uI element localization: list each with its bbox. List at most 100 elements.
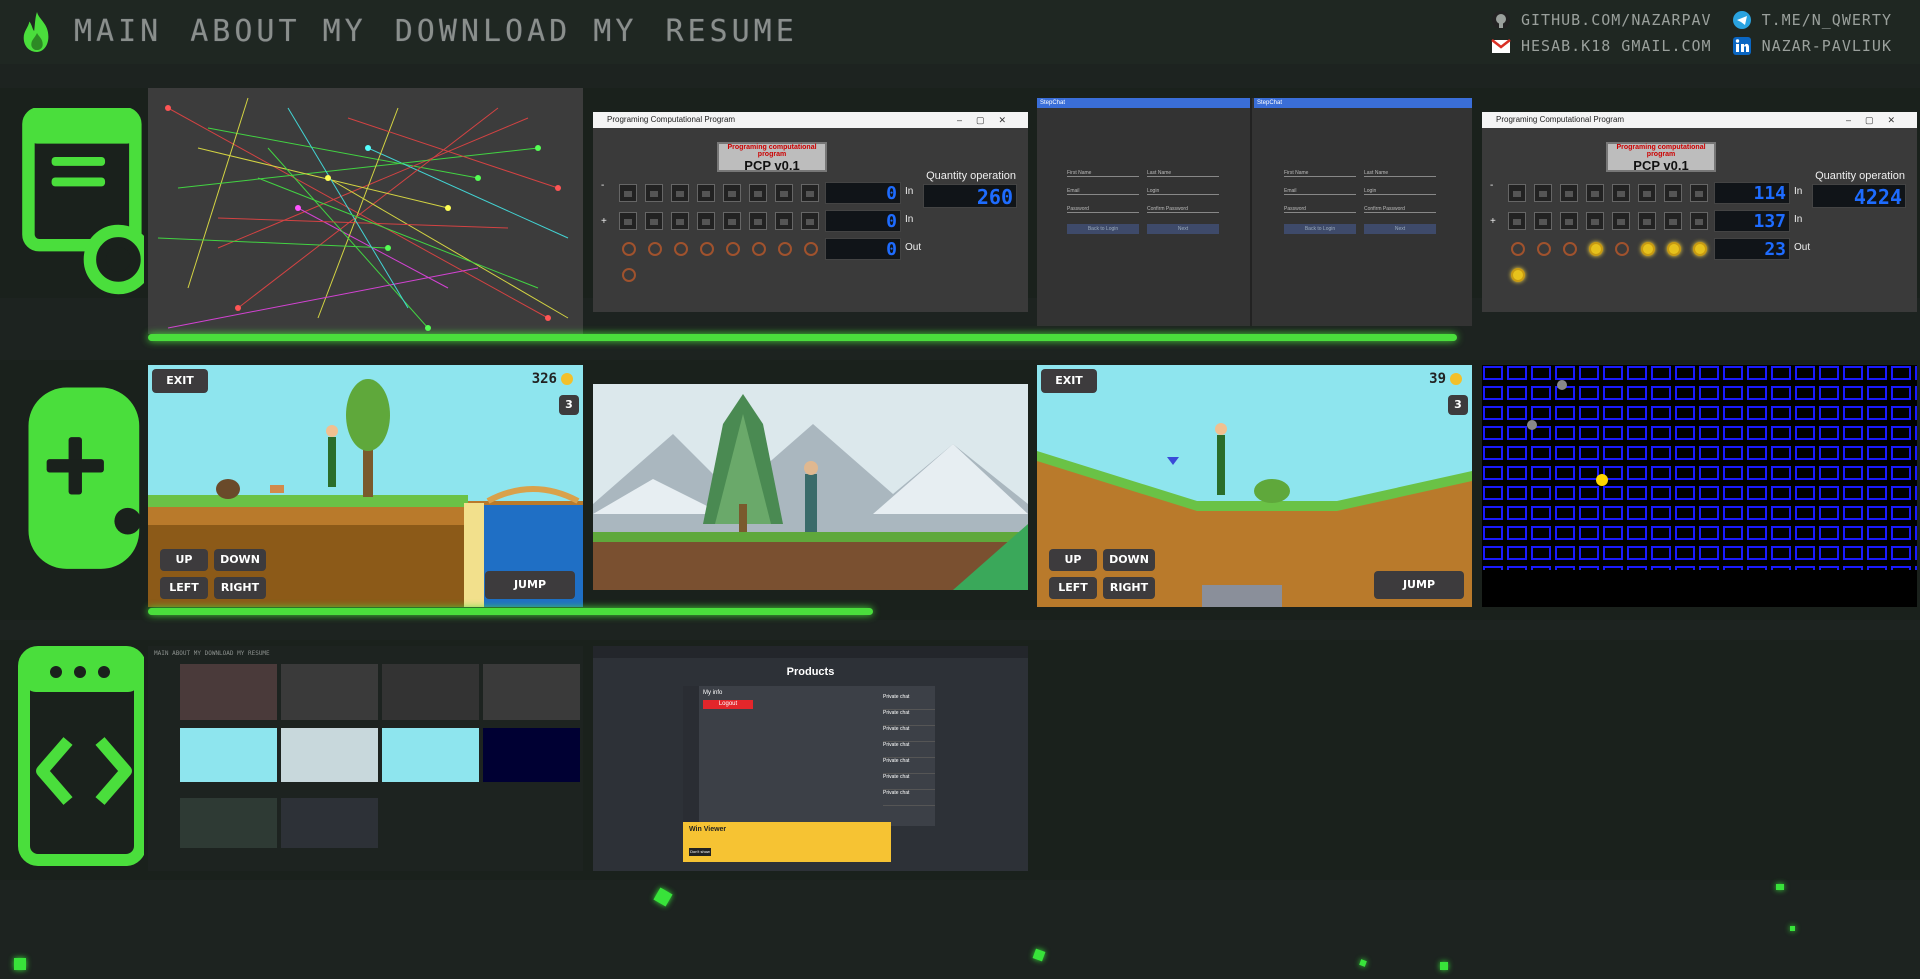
portfolio-site-screenshot[interactable]: MAIN ABOUT MY DOWNLOAD MY RESUME xyxy=(148,646,583,871)
switch[interactable] xyxy=(723,184,741,202)
switch[interactable] xyxy=(671,184,689,202)
private-chat-item[interactable]: Private chat xyxy=(883,742,935,758)
contact-email[interactable]: HESAB.K18 GMAIL.COM xyxy=(1491,36,1712,56)
github-link[interactable]: GITHUB.COM/NAZARPAV xyxy=(1521,11,1712,29)
password-field[interactable]: Password xyxy=(1067,206,1139,213)
window-controls[interactable]: –▢✕ xyxy=(957,112,1020,128)
switch[interactable] xyxy=(1586,212,1604,230)
switch[interactable] xyxy=(1612,184,1630,202)
switch[interactable] xyxy=(1638,212,1656,230)
products-site-screenshot[interactable]: Products My info Logout Private chat Pri… xyxy=(593,646,1028,871)
private-chat-item[interactable]: Private chat xyxy=(883,758,935,774)
private-chat-item[interactable]: Private chat xyxy=(883,694,935,710)
network-graph-screenshot[interactable] xyxy=(148,88,583,334)
contacts: GITHUB.COM/NAZARPAV T.ME/N_QWERTY HESAB.… xyxy=(1491,10,1892,56)
computational-program-screenshot-2[interactable]: Programing Computational Program –▢✕ Prog… xyxy=(1482,112,1917,312)
switch[interactable] xyxy=(1638,184,1656,202)
down-button[interactable]: DOWN xyxy=(1103,549,1155,571)
github-icon xyxy=(1492,11,1510,29)
switch[interactable] xyxy=(1586,184,1604,202)
nav-download[interactable]: DOWNLOAD MY xyxy=(395,14,638,49)
score-counter: 39 xyxy=(1429,371,1462,387)
switch[interactable] xyxy=(1508,212,1526,230)
platformer-game-screenshot-1[interactable]: EXIT 326 3 UP DOWN LEFT RIGHT JUMP xyxy=(148,365,583,607)
in1-label: In xyxy=(1794,186,1803,197)
switch[interactable] xyxy=(697,212,715,230)
last-name-field[interactable]: Last Name xyxy=(1147,170,1219,177)
first-name-field[interactable]: First Name xyxy=(1284,170,1356,177)
win-viewer-button[interactable]: Don't show xyxy=(689,848,711,856)
program-banner-subtitle: Programing computational program xyxy=(1616,144,1706,158)
jump-button[interactable]: JUMP xyxy=(485,571,575,599)
linkedin-link[interactable]: NAZAR-PAVLIUK xyxy=(1762,37,1892,55)
nav-main[interactable]: MAIN xyxy=(74,14,162,49)
switch[interactable] xyxy=(1534,212,1552,230)
computational-program-screenshot-1[interactable]: Programing Computational Program –▢✕ Prog… xyxy=(593,112,1028,312)
down-button[interactable]: DOWN xyxy=(214,549,266,571)
switch[interactable] xyxy=(697,184,715,202)
switch[interactable] xyxy=(1690,184,1708,202)
last-name-field[interactable]: Last Name xyxy=(1364,170,1436,177)
forest-game-screenshot[interactable] xyxy=(593,384,1028,590)
confirm-password-field[interactable]: Confirm Password xyxy=(1147,206,1219,213)
switch[interactable] xyxy=(1508,184,1526,202)
right-button[interactable]: RIGHT xyxy=(214,577,266,599)
jump-button[interactable]: JUMP xyxy=(1374,571,1464,599)
password-field[interactable]: Password xyxy=(1284,206,1356,213)
switch[interactable] xyxy=(1560,184,1578,202)
switch[interactable] xyxy=(1690,212,1708,230)
back-to-login-button[interactable]: Back to Login xyxy=(1067,224,1139,234)
switch[interactable] xyxy=(619,184,637,202)
left-button[interactable]: LEFT xyxy=(1049,577,1097,599)
nav-about[interactable]: ABOUT MY xyxy=(190,14,367,49)
switch[interactable] xyxy=(645,184,663,202)
menu-my-info[interactable]: My info xyxy=(703,690,722,696)
menu-logout[interactable]: Logout xyxy=(703,700,753,709)
login-field[interactable]: Login xyxy=(1364,188,1436,195)
private-chat-item[interactable]: Private chat xyxy=(883,710,935,726)
switch[interactable] xyxy=(1534,184,1552,202)
switch[interactable] xyxy=(801,212,819,230)
right-button[interactable]: RIGHT xyxy=(1103,577,1155,599)
private-chat-item[interactable]: Private chat xyxy=(883,774,935,790)
nav-resume[interactable]: RESUME xyxy=(665,14,797,49)
next-button[interactable]: Next xyxy=(1147,224,1219,234)
back-to-login-button[interactable]: Back to Login xyxy=(1284,224,1356,234)
first-name-field[interactable]: First Name xyxy=(1067,170,1139,177)
switch[interactable] xyxy=(775,212,793,230)
up-button[interactable]: UP xyxy=(1049,549,1097,571)
flame-icon[interactable] xyxy=(18,10,56,54)
next-button[interactable]: Next xyxy=(1364,224,1436,234)
switch[interactable] xyxy=(645,212,663,230)
switch[interactable] xyxy=(749,212,767,230)
switch[interactable] xyxy=(775,184,793,202)
switch[interactable] xyxy=(671,212,689,230)
private-chat-item[interactable]: Private chat xyxy=(883,790,935,806)
switch[interactable] xyxy=(619,212,637,230)
switch[interactable] xyxy=(1560,212,1578,230)
switch[interactable] xyxy=(749,184,767,202)
switch[interactable] xyxy=(1664,184,1682,202)
window-controls[interactable]: –▢✕ xyxy=(1846,112,1909,128)
switch[interactable] xyxy=(723,212,741,230)
exit-button[interactable]: EXIT xyxy=(152,369,208,393)
left-button[interactable]: LEFT xyxy=(160,577,208,599)
email-field[interactable]: Email xyxy=(1284,188,1356,195)
exit-button[interactable]: EXIT xyxy=(1041,369,1097,393)
confirm-password-field[interactable]: Confirm Password xyxy=(1364,206,1436,213)
private-chat-item[interactable]: Private chat xyxy=(883,726,935,742)
login-field[interactable]: Login xyxy=(1147,188,1219,195)
switch[interactable] xyxy=(801,184,819,202)
contact-telegram[interactable]: T.ME/N_QWERTY xyxy=(1732,10,1892,30)
email-link[interactable]: HESAB.K18 GMAIL.COM xyxy=(1521,37,1712,55)
stepchat-screenshot[interactable]: StepChat First Name Last Name Email Logi… xyxy=(1037,98,1472,326)
switch[interactable] xyxy=(1664,212,1682,230)
pacman-game-screenshot[interactable] xyxy=(1482,365,1917,607)
telegram-link[interactable]: T.ME/N_QWERTY xyxy=(1762,11,1892,29)
contact-github[interactable]: GITHUB.COM/NAZARPAV xyxy=(1491,10,1712,30)
email-field[interactable]: Email xyxy=(1067,188,1139,195)
up-button[interactable]: UP xyxy=(160,549,208,571)
contact-linkedin[interactable]: NAZAR-PAVLIUK xyxy=(1732,36,1892,56)
switch[interactable] xyxy=(1612,212,1630,230)
platformer-game-screenshot-2[interactable]: EXIT 39 3 UP DOWN LEFT RIGHT JUMP xyxy=(1037,365,1472,607)
